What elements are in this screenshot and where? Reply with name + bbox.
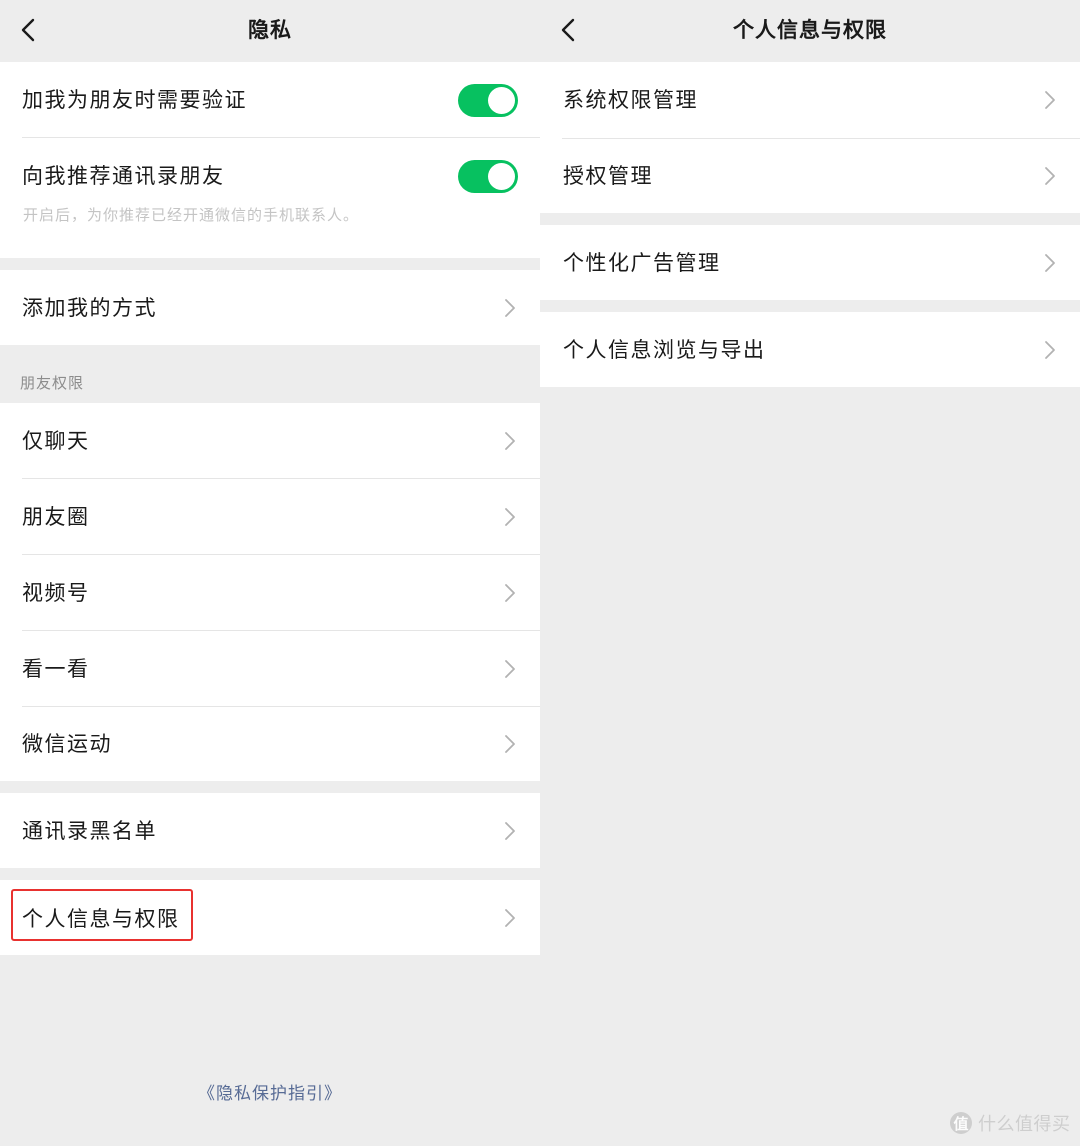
add-methods-group: 添加我的方式 [0, 270, 540, 345]
list-item-label: 系统权限管理 [563, 88, 698, 112]
chevron-right-icon [505, 508, 515, 526]
site-watermark: 值 什么值得买 [950, 1109, 1071, 1137]
list-item-top-stories[interactable]: 看一看 [0, 631, 540, 706]
privacy-screen: 隐私 加我为朋友时需要验证 向我推荐通讯录朋友 开启后，为你推荐已经开通微信的手… [0, 0, 540, 1146]
list-item-label: 仅聊天 [22, 429, 90, 453]
export-group: 个人信息浏览与导出 [540, 312, 1080, 387]
personal-info-group: 个人信息与权限 [0, 880, 540, 955]
verification-group: 加我为朋友时需要验证 向我推荐通讯录朋友 开启后，为你推荐已经开通微信的手机联系… [0, 62, 540, 258]
list-item-label: 微信运动 [22, 732, 112, 756]
list-item-system-permissions[interactable]: 系统权限管理 [540, 62, 1080, 137]
highlight-annotation-box [11, 889, 193, 941]
recommend-contacts-label: 向我推荐通讯录朋友 [22, 164, 225, 188]
recommend-contacts-row: 向我推荐通讯录朋友 开启后，为你推荐已经开通微信的手机联系人。 [0, 138, 540, 258]
chevron-right-icon [505, 660, 515, 678]
friend-permissions-header: 朋友权限 [20, 374, 85, 392]
list-item-chat-only[interactable]: 仅聊天 [0, 403, 540, 478]
chevron-right-icon [505, 822, 515, 840]
list-item-label: 授权管理 [563, 164, 653, 188]
chevron-right-icon [505, 909, 515, 927]
verify-friend-toggle[interactable] [458, 84, 518, 117]
ad-group: 个性化广告管理 [540, 225, 1080, 300]
blacklist-group: 通讯录黑名单 [0, 793, 540, 868]
page-title: 个人信息与权限 [733, 17, 887, 42]
personal-info-row[interactable]: 个人信息与权限 [0, 880, 540, 955]
chevron-right-icon [505, 735, 515, 753]
list-item-wechat-sports[interactable]: 微信运动 [0, 706, 540, 781]
personal-info-screen: 个人信息与权限 系统权限管理 授权管理 个性化广告管理 个人信息浏览与导出 [540, 0, 1080, 1146]
recommend-contacts-hint: 开启后，为你推荐已经开通微信的手机联系人。 [23, 206, 360, 224]
chevron-right-icon [1045, 341, 1055, 359]
add-methods-label: 添加我的方式 [22, 296, 157, 320]
verify-friend-row: 加我为朋友时需要验证 [0, 62, 540, 137]
nav-bar: 隐私 [0, 0, 540, 60]
blacklist-label: 通讯录黑名单 [22, 819, 157, 843]
toggle-knob [488, 87, 515, 114]
add-methods-row[interactable]: 添加我的方式 [0, 270, 540, 345]
list-item-channels[interactable]: 视频号 [0, 555, 540, 630]
list-item-label: 视频号 [22, 581, 90, 605]
chevron-right-icon [1045, 254, 1055, 272]
blacklist-row[interactable]: 通讯录黑名单 [0, 793, 540, 868]
list-item-authorization[interactable]: 授权管理 [540, 138, 1080, 213]
list-item-label: 看一看 [22, 657, 90, 681]
list-item-label: 个性化广告管理 [563, 251, 721, 275]
list-item-label: 朋友圈 [22, 505, 90, 529]
chevron-right-icon [505, 584, 515, 602]
list-item-label: 个人信息浏览与导出 [563, 338, 766, 362]
chevron-right-icon [505, 299, 515, 317]
page-title: 隐私 [248, 17, 292, 42]
chevron-right-icon [505, 432, 515, 450]
permissions-group: 系统权限管理 授权管理 [540, 62, 1080, 213]
watermark-logo-icon: 值 [950, 1112, 972, 1134]
list-item-browse-export[interactable]: 个人信息浏览与导出 [540, 312, 1080, 387]
friend-permissions-group: 仅聊天 朋友圈 视频号 看一看 微信运动 [0, 403, 540, 781]
toggle-knob [488, 163, 515, 190]
chevron-right-icon [1045, 91, 1055, 109]
list-item-personalized-ads[interactable]: 个性化广告管理 [540, 225, 1080, 300]
chevron-right-icon [1045, 167, 1055, 185]
recommend-contacts-toggle[interactable] [458, 160, 518, 193]
watermark-text: 什么值得买 [978, 1114, 1071, 1135]
nav-bar: 个人信息与权限 [540, 0, 1080, 60]
list-item-moments[interactable]: 朋友圈 [0, 479, 540, 554]
privacy-guide-link[interactable]: 《隐私保护指引》 [0, 1079, 540, 1104]
verify-friend-label: 加我为朋友时需要验证 [22, 88, 247, 112]
